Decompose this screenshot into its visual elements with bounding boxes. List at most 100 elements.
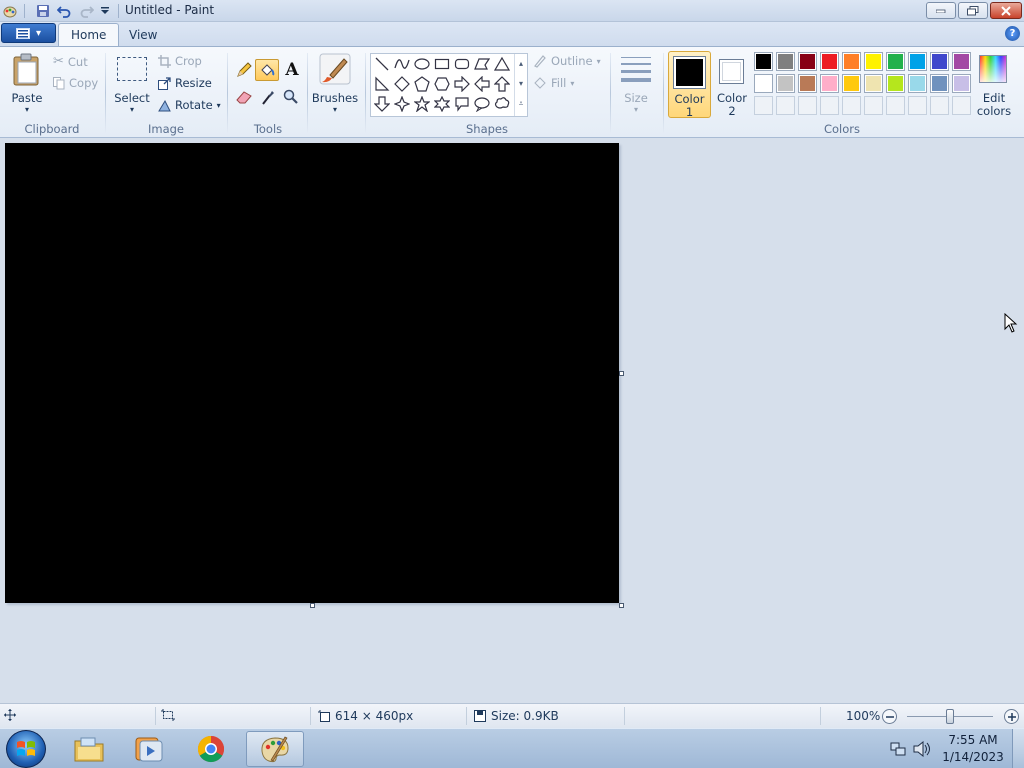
- zoom-slider-thumb[interactable]: [946, 709, 954, 724]
- palette-custom-slot[interactable]: [930, 96, 949, 115]
- fill-bucket-tool[interactable]: [255, 59, 279, 81]
- minimize-button[interactable]: [926, 2, 956, 19]
- paste-button[interactable]: Paste ▾: [6, 51, 48, 115]
- taskbar-paint[interactable]: [246, 731, 304, 767]
- palette-custom-slot[interactable]: [820, 96, 839, 115]
- palette-custom-slot[interactable]: [798, 96, 817, 115]
- close-button[interactable]: [990, 2, 1022, 19]
- pentagon-shape-icon[interactable]: [413, 75, 431, 93]
- palette-color-swatch[interactable]: [820, 52, 839, 71]
- taskbar-explorer[interactable]: [60, 731, 118, 767]
- zoom-in-button[interactable]: [1004, 709, 1019, 724]
- canvas-resize-handle-right[interactable]: [619, 371, 624, 376]
- tab-home[interactable]: Home: [58, 23, 120, 46]
- select-button[interactable]: Select ▾: [112, 51, 152, 115]
- help-icon[interactable]: ?: [1005, 26, 1020, 41]
- canvas-resize-handle-corner[interactable]: [619, 603, 624, 608]
- start-button[interactable]: [6, 730, 46, 768]
- color2-button[interactable]: Color 2: [712, 51, 752, 118]
- size-button[interactable]: Size ▾: [615, 51, 657, 115]
- cut-button[interactable]: ✂ Cut: [53, 54, 88, 69]
- clock-date[interactable]: 1/14/2023: [940, 750, 1006, 764]
- six-point-star-shape-icon[interactable]: [433, 95, 451, 113]
- text-tool[interactable]: A: [282, 60, 302, 80]
- palette-color-swatch[interactable]: [864, 52, 883, 71]
- palette-custom-slot[interactable]: [864, 96, 883, 115]
- palette-color-swatch[interactable]: [776, 74, 795, 93]
- palette-color-swatch[interactable]: [886, 52, 905, 71]
- palette-color-swatch[interactable]: [908, 74, 927, 93]
- diamond-shape-icon[interactable]: [393, 75, 411, 93]
- palette-color-swatch[interactable]: [908, 52, 927, 71]
- drawing-canvas[interactable]: [5, 143, 619, 603]
- palette-custom-slot[interactable]: [952, 96, 971, 115]
- brushes-button[interactable]: Brushes ▾: [311, 51, 359, 115]
- palette-color-swatch[interactable]: [820, 74, 839, 93]
- palette-color-swatch[interactable]: [798, 74, 817, 93]
- palette-custom-slot[interactable]: [908, 96, 927, 115]
- fill-button[interactable]: Fill ▾: [533, 76, 574, 90]
- palette-color-swatch[interactable]: [842, 74, 861, 93]
- palette-custom-slot[interactable]: [754, 96, 773, 115]
- palette-custom-slot[interactable]: [776, 96, 795, 115]
- clock-time[interactable]: 7:55 AM: [943, 733, 1003, 747]
- right-arrow-shape-icon[interactable]: [453, 75, 471, 93]
- oval-callout-shape-icon[interactable]: [473, 95, 491, 113]
- scroll-up-icon[interactable]: ▴: [515, 54, 527, 74]
- customize-quick-access-icon[interactable]: [97, 3, 113, 19]
- color-picker-tool[interactable]: [258, 87, 278, 107]
- crop-button[interactable]: Crop: [158, 54, 202, 68]
- taskbar-chrome[interactable]: [182, 731, 240, 767]
- down-arrow-shape-icon[interactable]: [373, 95, 391, 113]
- resize-button[interactable]: Resize: [158, 76, 212, 90]
- rectangle-shape-icon[interactable]: [433, 55, 451, 73]
- palette-custom-slot[interactable]: [842, 96, 861, 115]
- palette-color-swatch[interactable]: [776, 52, 795, 71]
- curve-shape-icon[interactable]: [393, 55, 411, 73]
- triangle-shape-icon[interactable]: [493, 55, 511, 73]
- hexagon-shape-icon[interactable]: [433, 75, 451, 93]
- redo-icon[interactable]: [79, 3, 95, 19]
- four-point-star-shape-icon[interactable]: [393, 95, 411, 113]
- volume-icon[interactable]: [913, 740, 931, 760]
- palette-custom-slot[interactable]: [886, 96, 905, 115]
- tab-view[interactable]: View: [117, 23, 169, 46]
- palette-color-swatch[interactable]: [930, 74, 949, 93]
- palette-color-swatch[interactable]: [952, 52, 971, 71]
- palette-color-swatch[interactable]: [930, 52, 949, 71]
- paint-app-icon[interactable]: [2, 3, 18, 19]
- palette-color-swatch[interactable]: [754, 74, 773, 93]
- copy-button[interactable]: Copy: [53, 76, 98, 90]
- rounded-rectangle-shape-icon[interactable]: [453, 55, 471, 73]
- palette-color-swatch[interactable]: [754, 52, 773, 71]
- canvas-resize-handle-bottom[interactable]: [310, 603, 315, 608]
- cloud-callout-shape-icon[interactable]: [493, 95, 511, 113]
- palette-color-swatch[interactable]: [842, 52, 861, 71]
- palette-color-swatch[interactable]: [886, 74, 905, 93]
- palette-color-swatch[interactable]: [864, 74, 883, 93]
- rotate-button[interactable]: Rotate ▾: [158, 98, 221, 112]
- paint-menu-button[interactable]: ▾: [1, 23, 56, 43]
- rounded-callout-shape-icon[interactable]: [453, 95, 471, 113]
- right-triangle-shape-icon[interactable]: [373, 75, 391, 93]
- restore-button[interactable]: [958, 2, 988, 19]
- line-shape-icon[interactable]: [373, 55, 391, 73]
- outline-button[interactable]: Outline ▾: [533, 54, 601, 68]
- edit-colors-button[interactable]: Edit colors: [977, 51, 1011, 118]
- up-arrow-shape-icon[interactable]: [493, 75, 511, 93]
- zoom-out-button[interactable]: [882, 709, 897, 724]
- save-icon[interactable]: [35, 3, 51, 19]
- network-icon[interactable]: [890, 741, 906, 760]
- eraser-tool[interactable]: [234, 87, 254, 107]
- undo-icon[interactable]: [56, 3, 72, 19]
- scroll-down-icon[interactable]: ▾: [515, 74, 527, 94]
- palette-color-swatch[interactable]: [952, 74, 971, 93]
- oval-shape-icon[interactable]: [413, 55, 431, 73]
- magnifier-tool[interactable]: [281, 87, 301, 107]
- taskbar-media-player[interactable]: [120, 731, 178, 767]
- polygon-shape-icon[interactable]: [473, 55, 491, 73]
- shapes-scrollbar[interactable]: ▴ ▾ ⩡: [514, 54, 527, 116]
- palette-color-swatch[interactable]: [798, 52, 817, 71]
- pencil-tool[interactable]: [234, 60, 254, 80]
- left-arrow-shape-icon[interactable]: [473, 75, 491, 93]
